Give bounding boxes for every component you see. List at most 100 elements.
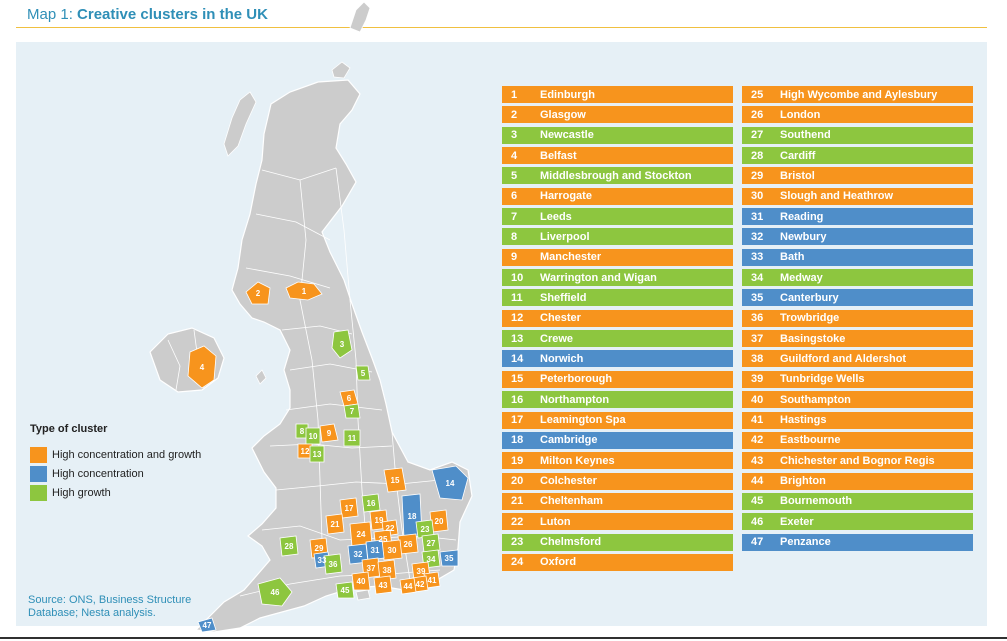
- cluster-label: 31: [371, 546, 380, 555]
- cluster-row: 29 Bristol: [742, 167, 973, 185]
- cluster-name: Chelmsford: [540, 536, 602, 549]
- cluster-row: 34 Medway: [742, 269, 973, 287]
- cluster-number: 40: [751, 393, 764, 406]
- cluster-number: 3: [511, 129, 518, 142]
- cluster-name: Colchester: [540, 475, 597, 488]
- cluster-number: 21: [511, 495, 524, 508]
- legend-item-concentration: High concentration: [30, 464, 201, 483]
- cluster-number: 5: [511, 169, 518, 182]
- cluster-label: 1: [302, 287, 307, 296]
- cluster-name: Peterborough: [540, 373, 613, 386]
- cluster-row: 16 Northampton: [502, 391, 733, 409]
- cluster-number: 26: [751, 108, 764, 121]
- cluster-label: 37: [367, 564, 376, 573]
- cluster-name: Harrogate: [540, 190, 592, 203]
- cluster-number: 12: [511, 312, 524, 325]
- cluster-label: 42: [416, 580, 425, 589]
- cluster-row: 12 Chester: [502, 309, 733, 327]
- cluster-row: 45 Bournemouth: [742, 492, 973, 510]
- cluster-number: 4: [511, 149, 518, 162]
- cluster-number: 44: [751, 475, 764, 488]
- cluster-name: Chichester and Bognor Regis: [780, 454, 935, 467]
- cluster-row: 36 Trowbridge: [742, 309, 973, 327]
- cluster-row: 21 Cheltenham: [502, 492, 733, 510]
- cluster-name: Crewe: [540, 332, 574, 345]
- cluster-name: Cardiff: [780, 149, 816, 162]
- cluster-label: 44: [404, 582, 413, 591]
- legend-swatch: [30, 465, 47, 482]
- cluster-label: 11: [348, 434, 357, 443]
- cluster-name: Eastbourne: [780, 434, 841, 447]
- cluster-name: Cambridge: [540, 434, 598, 447]
- cluster-number: 45: [751, 495, 764, 508]
- cluster-number: 46: [751, 515, 764, 528]
- cluster-name: Sheffield: [540, 291, 587, 304]
- cluster-label: 43: [379, 581, 388, 590]
- cluster-row: 42 Eastbourne: [742, 431, 973, 449]
- cluster-name: Reading: [780, 210, 824, 223]
- cluster-label: 34: [427, 555, 436, 564]
- cluster-label: 2: [256, 289, 261, 298]
- cluster-label: 39: [417, 567, 426, 576]
- cluster-number: 30: [751, 190, 764, 203]
- legend: Type of cluster High concentration and g…: [30, 423, 201, 502]
- cluster-name: Northampton: [540, 393, 610, 406]
- cluster-label: 7: [350, 407, 355, 416]
- cluster-number: 20: [511, 475, 524, 488]
- cluster-number: 28: [751, 149, 764, 162]
- legend-item-growth: High growth: [30, 483, 201, 502]
- cluster-number: 35: [751, 291, 764, 304]
- cluster-name: Hastings: [780, 414, 827, 426]
- cluster-row: 43 Chichester and Bognor Regis: [742, 452, 973, 470]
- cluster-row: 40 Southampton: [742, 391, 973, 409]
- cluster-row: 9 Manchester: [502, 248, 733, 266]
- cluster-number: 24: [511, 556, 524, 569]
- cluster-number: 13: [511, 332, 524, 345]
- cluster-label: 47: [203, 621, 212, 630]
- cluster-row: 28 Cardiff: [742, 147, 973, 165]
- cluster-number: 1: [511, 88, 518, 101]
- cluster-row: 13 Crewe: [502, 330, 733, 348]
- cluster-row: 25 High Wycombe and Aylesbury: [742, 86, 973, 103]
- cluster-name: Southend: [780, 129, 831, 142]
- cluster-number: 22: [511, 515, 524, 528]
- cluster-number: 38: [751, 352, 764, 365]
- legend-label: High concentration: [52, 467, 144, 480]
- cluster-number: 18: [511, 434, 524, 447]
- cluster-label: 40: [357, 577, 366, 586]
- cluster-number: 36: [751, 312, 764, 325]
- cluster-list-left: 1 Edinburgh 2 Glasgow 3 Newcastle 4 Belfast 5 Mid…: [502, 86, 733, 574]
- cluster-label: 4: [200, 363, 205, 372]
- bottom-divider: [0, 637, 1007, 639]
- cluster-label: 30: [388, 546, 397, 555]
- cluster-row: 17 Leamington Spa: [502, 411, 733, 429]
- cluster-label: 46: [271, 588, 280, 597]
- cluster-label: 10: [309, 432, 318, 441]
- cluster-name: Basingstoke: [780, 332, 846, 345]
- cluster-row: 10 Warrington and Wigan: [502, 269, 733, 287]
- cluster-row: 32 Newbury: [742, 228, 973, 246]
- cluster-label: 16: [367, 499, 376, 508]
- cluster-name: Milton Keynes: [540, 454, 615, 467]
- cluster-name: Norwich: [540, 352, 584, 365]
- cluster-label: 13: [313, 450, 322, 459]
- legend-label: High growth: [52, 486, 111, 499]
- cluster-row: 33 Bath: [742, 248, 973, 266]
- cluster-row: 3 Newcastle: [502, 126, 733, 144]
- cluster-label: 18: [408, 512, 417, 521]
- cluster-name: Edinburgh: [540, 88, 595, 101]
- cluster-number: 33: [751, 251, 764, 264]
- cluster-number: 41: [751, 414, 764, 426]
- cluster-name: High Wycombe and Aylesbury: [780, 88, 938, 101]
- outer-hebrides: [223, 91, 257, 157]
- legend-title: Type of cluster: [30, 423, 108, 435]
- legend-swatch: [30, 446, 47, 463]
- cluster-number: 15: [511, 373, 524, 386]
- cluster-name: Slough and Heathrow: [780, 190, 894, 203]
- cluster-label: 23: [421, 525, 430, 534]
- cluster-row: 27 Southend: [742, 126, 973, 144]
- cluster-row: 6 Harrogate: [502, 187, 733, 205]
- cluster-label: 6: [347, 394, 352, 403]
- cluster-label: 8: [300, 427, 305, 436]
- cluster-name: Guildford and Aldershot: [780, 352, 907, 365]
